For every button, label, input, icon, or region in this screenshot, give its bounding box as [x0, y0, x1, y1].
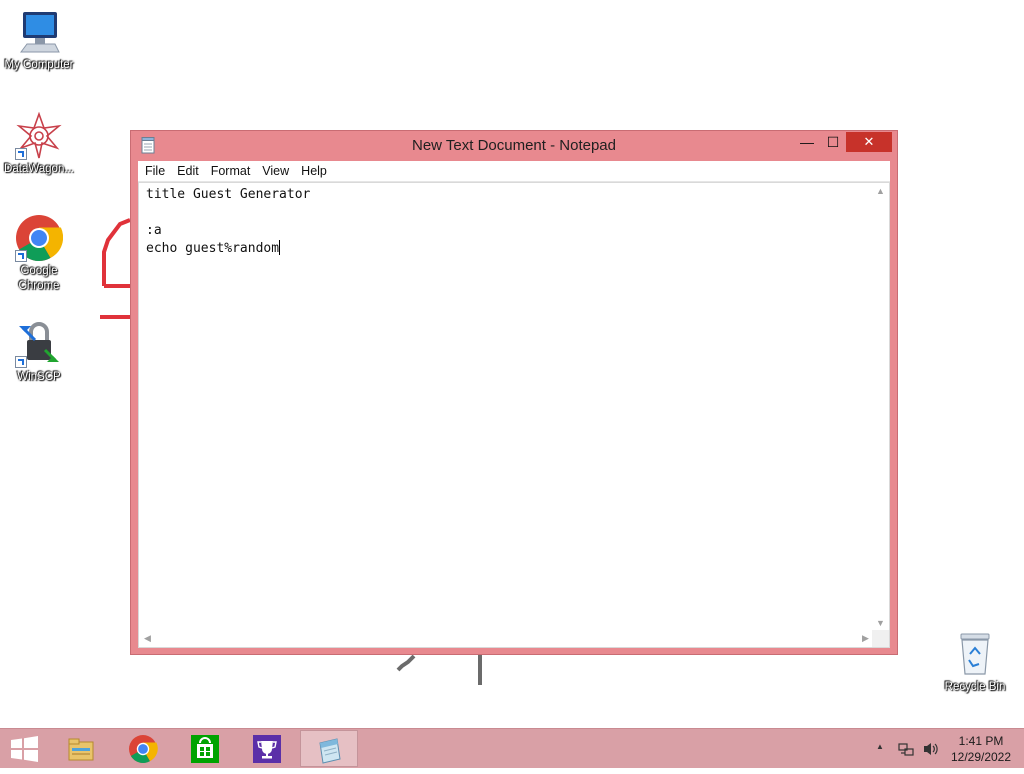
winscp-icon — [15, 320, 63, 368]
menu-view[interactable]: View — [256, 161, 295, 181]
network-icon[interactable] — [898, 741, 914, 757]
desktop-icon-my-computer[interactable]: My Computer — [0, 8, 78, 73]
scroll-up-arrow-icon[interactable]: ▲ — [872, 183, 889, 200]
desktop-icon-recycle-bin[interactable]: Recycle Bin — [936, 630, 1014, 695]
clock-date: 12/29/2022 — [950, 750, 1012, 764]
menu-help[interactable]: Help — [295, 161, 333, 181]
text-line — [146, 204, 867, 222]
chrome-icon — [15, 214, 64, 262]
desktop-icon-winscp[interactable]: WinSCP — [0, 320, 78, 385]
notepad-window: New Text Document - Notepad — ☐ ✕ File Ed… — [130, 130, 898, 655]
recycle-bin-icon — [951, 630, 999, 678]
text-line-with-caret: echo guest%random — [146, 240, 867, 258]
window-title: New Text Document - Notepad — [412, 137, 616, 154]
minimize-button[interactable]: — — [794, 132, 820, 152]
notepad-icon — [319, 738, 341, 764]
text-caret — [279, 240, 281, 255]
taskbar-file-explorer[interactable] — [52, 730, 110, 767]
taskbar-trophy-app[interactable] — [238, 730, 296, 767]
start-button[interactable] — [0, 729, 50, 769]
desktop-icon-label: DataWagon... — [4, 163, 74, 175]
vertical-scrollbar[interactable]: ▲ ▼ — [872, 183, 889, 632]
trophy-icon — [253, 735, 281, 763]
show-hidden-icons-button[interactable]: ▲ — [876, 742, 884, 751]
desktop-icon-label: Recycle Bin — [944, 681, 1006, 693]
close-button[interactable]: ✕ — [846, 132, 892, 152]
maximize-button[interactable]: ☐ — [820, 132, 846, 152]
taskbar-google-chrome[interactable] — [114, 730, 172, 767]
shortcut-arrow-icon — [15, 250, 27, 262]
folder-icon — [68, 738, 94, 761]
taskbar: ▲ 1:41 PM 12/29/2022 — [0, 728, 1024, 768]
horizontal-scrollbar[interactable]: ◀ ▶ — [139, 630, 874, 647]
text-editor[interactable]: title Guest Generator :a echo guest%random… — [138, 182, 890, 648]
chrome-icon — [129, 735, 158, 763]
scroll-left-arrow-icon[interactable]: ◀ — [139, 630, 156, 647]
menu-bar: File Edit Format View Help — [138, 161, 890, 182]
text-content[interactable]: title Guest Generator :a echo guest%random — [139, 183, 874, 632]
windows-logo-icon — [11, 736, 38, 762]
title-bar[interactable]: New Text Document - Notepad — ☐ ✕ — [131, 131, 897, 161]
clock-time: 1:41 PM — [958, 734, 1004, 748]
clock[interactable]: 1:41 PM 12/29/2022 — [944, 733, 1018, 765]
desktop-icon-label: My Computer — [4, 59, 74, 71]
text-line: echo guest%random — [146, 241, 280, 256]
shortcut-arrow-icon — [15, 356, 27, 368]
desktop-icon-datawagon[interactable]: DataWagon... — [0, 111, 78, 177]
taskbar-store[interactable] — [176, 730, 234, 767]
text-line: title Guest Generator — [146, 187, 311, 202]
background-doodle-grey — [396, 654, 482, 685]
resize-grip[interactable] — [872, 630, 889, 647]
desktop-icon-label: WinSCP — [17, 371, 61, 383]
volume-icon[interactable] — [922, 741, 940, 757]
datawagon-icon — [15, 111, 63, 160]
taskbar-notepad[interactable] — [300, 730, 358, 767]
menu-file[interactable]: File — [138, 161, 171, 181]
desktop-icon-label: Google Chrome — [18, 265, 60, 292]
text-line: :a — [146, 223, 162, 238]
menu-format[interactable]: Format — [205, 161, 257, 181]
computer-icon — [15, 8, 63, 56]
store-icon — [191, 735, 219, 763]
menu-edit[interactable]: Edit — [171, 161, 205, 181]
shortcut-arrow-icon — [15, 148, 27, 160]
desktop-icon-google-chrome[interactable]: Google Chrome — [0, 214, 78, 294]
